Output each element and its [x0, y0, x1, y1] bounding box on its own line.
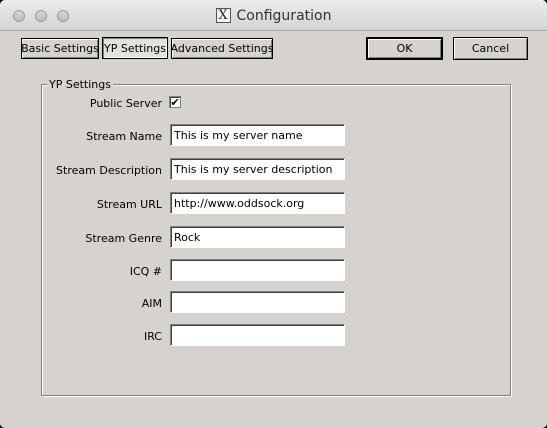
- configuration-window: X Configuration Basic Settings YP Settin…: [0, 0, 547, 428]
- stream-url-field[interactable]: [170, 192, 345, 214]
- aim-field[interactable]: [170, 291, 345, 313]
- public-server-label: Public Server: [89, 97, 162, 110]
- yp-settings-group-title: YP Settings: [47, 78, 113, 91]
- ok-button[interactable]: OK: [366, 37, 443, 60]
- stream-description-label: Stream Description: [56, 164, 162, 177]
- x11-logo-icon: X: [215, 8, 231, 23]
- cancel-button[interactable]: Cancel: [453, 37, 528, 60]
- icq-field[interactable]: [170, 259, 345, 281]
- tab-basic-settings[interactable]: Basic Settings: [21, 38, 99, 59]
- aim-label: AIM: [141, 297, 162, 310]
- stream-genre-field[interactable]: [170, 226, 345, 248]
- title-bar[interactable]: X Configuration: [0, 0, 547, 31]
- icq-label: ICQ #: [129, 265, 162, 278]
- irc-label: IRC: [143, 330, 162, 343]
- tab-advanced-settings[interactable]: Advanced Settings: [171, 38, 273, 59]
- stream-name-label: Stream Name: [86, 130, 162, 143]
- stream-genre-label: Stream Genre: [85, 232, 162, 245]
- tab-yp-settings[interactable]: YP Settings: [102, 37, 168, 59]
- stream-url-label: Stream URL: [96, 198, 162, 211]
- public-server-checkbox[interactable]: ✔: [169, 96, 181, 108]
- title-wrap: X Configuration: [0, 0, 547, 31]
- irc-field[interactable]: [170, 324, 345, 346]
- checkmark-icon: ✔: [170, 95, 180, 109]
- stream-description-field[interactable]: [170, 158, 345, 180]
- stream-name-field[interactable]: [170, 124, 345, 146]
- window-title: Configuration: [236, 7, 332, 24]
